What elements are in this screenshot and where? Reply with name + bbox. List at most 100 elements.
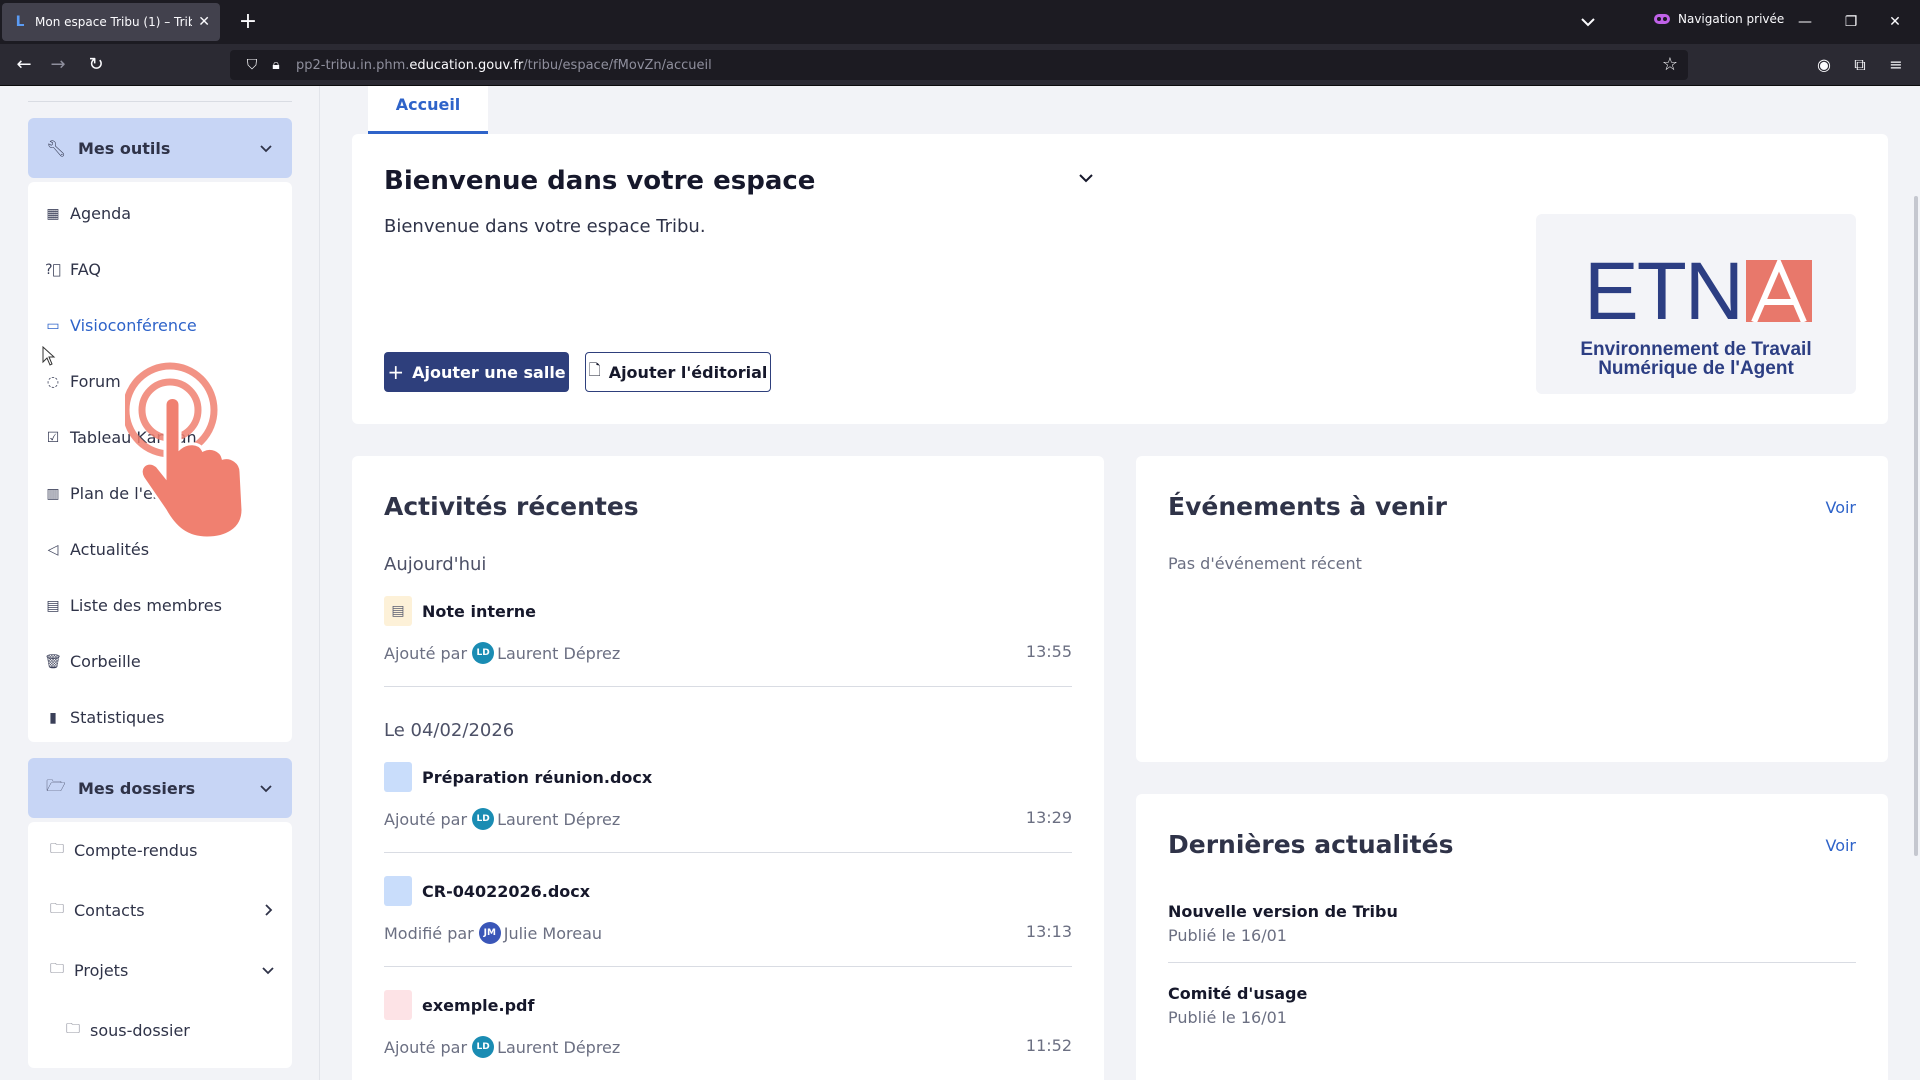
main-content: Accueil Bienvenue dans votre espace Bien… (352, 86, 1920, 1080)
sidebar-item-faq[interactable]: ?⃝ FAQ (44, 260, 101, 279)
sidebar-item-forum[interactable]: ◌ Forum (44, 372, 121, 391)
events-empty-text: Pas d'événement récent (1168, 554, 1362, 573)
news-item-date: Publié le 16/01 (1168, 926, 1287, 945)
extensions-icon[interactable]: ⧉ (1848, 53, 1872, 77)
plus-icon: + (387, 360, 405, 384)
folder-icon: 🗀︎ (50, 961, 64, 977)
events-title: Événements à venir (1168, 492, 1447, 521)
logo-line-1: Environnement de Travail (1580, 339, 1812, 360)
document-icon: 🗋︎ (588, 360, 601, 379)
url-bar[interactable]: ⛉ 🔒︎ pp2-tribu.in.phm.education.gouv.fr/… (230, 50, 1688, 80)
forward-button[interactable]: → (44, 51, 72, 79)
browser-tab[interactable]: ᒪ Mon espace Tribu (1) – Tribu ✕ (2, 3, 220, 41)
sidebar-item-corbeille[interactable]: 🗑︎ Corbeille (44, 652, 141, 671)
tribu-favicon-icon: ᒪ (15, 14, 25, 30)
folder-open-icon: 🗁︎ (46, 775, 66, 795)
minimize-button[interactable]: — (1790, 8, 1820, 36)
add-editorial-button[interactable]: 🗋︎ Ajouter l'éditorial (585, 352, 771, 392)
welcome-text: Bienvenue dans votre espace Tribu. (384, 216, 706, 237)
day-label-today: Aujourd'hui (384, 554, 487, 575)
folders-section-header[interactable]: 🗁︎ Mes dossiers (28, 758, 292, 818)
mouse-cursor-icon (42, 346, 56, 366)
page: 🔧︎ Mes outils ▦ Agenda ?⃝ FAQ ▭ Visioconfér… (0, 86, 1920, 1080)
forum-icon: ◌ (46, 373, 60, 390)
collapse-chevron-icon[interactable] (1074, 166, 1098, 190)
add-room-button[interactable]: + Ajouter une salle (384, 352, 569, 392)
chevron-down-icon[interactable] (258, 140, 274, 156)
wrench-icon: 🔧︎ (46, 138, 67, 158)
bookmark-star-icon[interactable]: ☆ (1658, 53, 1682, 77)
new-tab-button[interactable]: + (234, 8, 262, 36)
folder-item-contacts[interactable]: 🗀︎ Contacts (48, 898, 145, 922)
close-window-button[interactable]: ✕ (1880, 8, 1910, 36)
note-icon: ▤ (384, 596, 412, 626)
url-text[interactable]: pp2-tribu.in.phm.education.gouv.fr/tribu… (296, 58, 712, 73)
browser-navbar: ← → ↻ ⛉ 🔒︎ pp2-tribu.in.phm.education.go… (0, 44, 1920, 86)
activity-meta: Modifié par JM Julie Moreau (384, 922, 603, 944)
news-item-title[interactable]: Nouvelle version de Tribu (1168, 902, 1398, 921)
sidebar-item-visioconference[interactable]: ▭ Visioconférence (44, 316, 196, 335)
avatar: LD (472, 808, 495, 830)
activity-meta: Ajouté par LD Laurent Déprez (384, 808, 621, 830)
restore-button[interactable]: ❐ (1836, 8, 1866, 36)
megaphone-icon: ◁ (47, 541, 59, 558)
activity-time: 11:52 (1025, 1036, 1072, 1055)
menu-icon[interactable]: ≡ (1884, 53, 1908, 77)
news-title: Dernières actualités (1168, 830, 1454, 859)
divider (1168, 962, 1856, 963)
news-voir-link[interactable]: Voir (1825, 836, 1856, 855)
activity-item[interactable]: CR-04022026.docx (384, 876, 590, 906)
browser-tabbar: ᒪ Mon espace Tribu (1) – Tribu ✕ + Navig… (0, 0, 1920, 44)
close-tab-icon[interactable]: ✕ (198, 14, 210, 30)
folder-item-sous-dossier[interactable]: 🗀︎ sous-dossier (64, 1018, 190, 1042)
reload-button[interactable]: ↻ (82, 51, 110, 79)
back-button[interactable]: ← (10, 51, 38, 79)
logo-a-mark (1746, 256, 1812, 324)
activity-item[interactable]: exemple.pdf (384, 990, 534, 1020)
activity-item[interactable]: ▤ Note interne (384, 596, 536, 626)
lock-icon[interactable]: 🔒︎ (264, 57, 288, 73)
tab-accueil[interactable]: Accueil (368, 86, 488, 134)
avatar: LD (472, 642, 495, 664)
events-voir-link[interactable]: Voir (1825, 498, 1856, 517)
tab-title: Mon espace Tribu (1) – Tribu (35, 15, 193, 29)
calendar-icon: ▦ (46, 205, 60, 222)
chevron-right-icon[interactable] (260, 902, 276, 918)
checkbox-icon: ☑ (46, 429, 60, 446)
sidebar-item-statistiques[interactable]: ▮ Statistiques (44, 708, 164, 727)
shield-icon[interactable]: ⛉ (240, 57, 264, 73)
activity-time: 13:13 (1025, 922, 1072, 941)
help-circle-icon: ?⃝ (45, 261, 61, 278)
folders-header-label: Mes dossiers (78, 778, 196, 798)
tab-list-chevron-icon[interactable] (1576, 10, 1600, 34)
activity-meta: Ajouté par LD Laurent Déprez (384, 1036, 621, 1058)
chevron-down-icon[interactable] (260, 962, 276, 978)
page-scrollbar[interactable] (1914, 196, 1918, 856)
account-icon[interactable]: ◉ (1812, 53, 1836, 77)
map-icon: ▥ (46, 485, 60, 502)
folder-item-projets[interactable]: 🗀︎ Projets (48, 958, 128, 982)
activity-time: 13:55 (1025, 642, 1072, 661)
private-label: Navigation privée (1678, 12, 1785, 26)
activity-item[interactable]: Préparation réunion.docx (384, 762, 652, 792)
activities-title: Activités récentes (384, 492, 639, 521)
latest-news-card: Dernières actualités Voir Nouvelle versi… (1136, 794, 1888, 1080)
sidebar-item-agenda[interactable]: ▦ Agenda (44, 204, 131, 223)
sidebar-item-actualites[interactable]: ◁ Actualités (44, 540, 149, 559)
divider (384, 852, 1072, 853)
chevron-down-icon[interactable] (258, 780, 274, 796)
folders-list: 🗀︎ Compte-rendus 🗀︎ Contacts 🗀︎ Projets 🗀︎ s… (28, 822, 292, 1068)
folder-icon: 🗀︎ (66, 1021, 80, 1037)
activity-meta: Ajouté par LD Laurent Déprez (384, 642, 621, 664)
etna-logo: ETN Environnement de Travail Numérique d… (1536, 214, 1856, 394)
sidebar-item-membres[interactable]: ▤ Liste des membres (44, 596, 222, 615)
day-label-date: Le 04/02/2026 (384, 720, 515, 741)
news-item-title[interactable]: Comité d'usage (1168, 984, 1307, 1003)
upcoming-events-card: Événements à venir Voir Pas d'événement … (1136, 456, 1888, 762)
folder-item-compte-rendus[interactable]: 🗀︎ Compte-rendus (48, 838, 197, 862)
trash-icon: 🗑︎ (44, 653, 62, 670)
tools-section-header[interactable]: 🔧︎ Mes outils (28, 118, 292, 178)
sidebar-divider (28, 101, 292, 102)
private-browsing-indicator: Navigation privée (1654, 12, 1784, 26)
avatar: LD (472, 1036, 495, 1058)
